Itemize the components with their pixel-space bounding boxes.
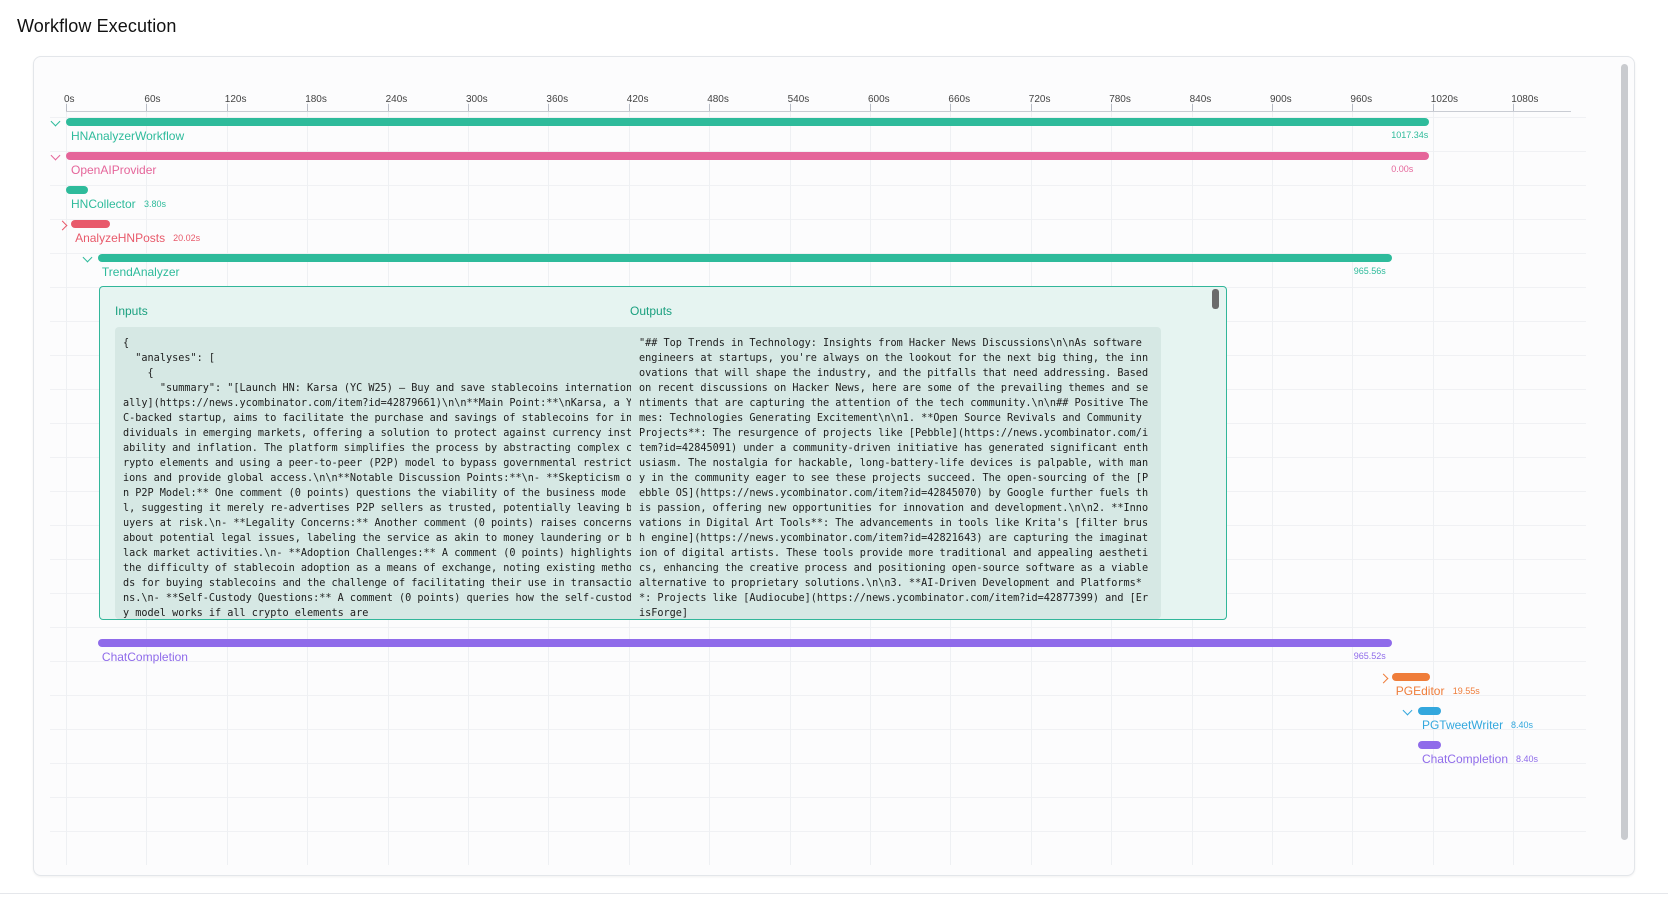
span-bar[interactable] bbox=[97, 254, 1392, 262]
row-separator bbox=[50, 695, 1586, 696]
span-bar[interactable] bbox=[66, 118, 1430, 126]
gridline bbox=[1513, 101, 1515, 865]
span-label[interactable]: HNCollector bbox=[71, 197, 136, 211]
trace-detail-panel: Inputs Outputs { "analyses": [ { "summar… bbox=[99, 286, 1227, 620]
outputs-code-box[interactable]: "## Top Trends in Technology: Insights f… bbox=[631, 327, 1161, 619]
row-separator bbox=[50, 797, 1586, 798]
row-separator bbox=[50, 831, 1586, 832]
axis-tick-label: 540s bbox=[787, 94, 810, 105]
span-label[interactable]: PGTweetWriter bbox=[1422, 718, 1503, 732]
timeline-scrollbar-thumb[interactable] bbox=[1621, 64, 1628, 840]
inputs-json: { "analyses": [ { "summary": "[Launch HN… bbox=[123, 338, 633, 619]
gridline bbox=[1272, 101, 1273, 865]
page-title: Workflow Execution bbox=[17, 16, 177, 36]
row-separator bbox=[50, 185, 1586, 186]
axis-tick-label: 180s bbox=[305, 94, 327, 105]
span-label[interactable]: ChatCompletion bbox=[102, 650, 188, 664]
page-bottom-rule bbox=[0, 893, 1668, 894]
axis-tick-label: 960s bbox=[1350, 94, 1373, 105]
axis-tick-label: 840s bbox=[1189, 94, 1212, 105]
span-label[interactable]: AnalyzeHNPosts bbox=[75, 231, 165, 245]
axis-tick-label: 660s bbox=[948, 94, 971, 105]
axis-tick-label: 480s bbox=[707, 94, 729, 105]
axis-tick-label: 0s bbox=[64, 94, 75, 105]
row-separator bbox=[50, 627, 1586, 628]
span-bar[interactable] bbox=[1417, 741, 1442, 749]
span-bar[interactable] bbox=[66, 152, 1430, 160]
axis-tick-label: 720s bbox=[1028, 94, 1051, 105]
inputs-heading: Inputs bbox=[115, 304, 148, 318]
span-bar[interactable] bbox=[97, 639, 1392, 647]
row-separator bbox=[50, 763, 1586, 764]
span-duration: 965.52s bbox=[1353, 651, 1386, 661]
span-duration: 1017.34s bbox=[1391, 130, 1429, 140]
axis-tick-label: 1020s bbox=[1430, 94, 1459, 105]
axis-tick-label: 780s bbox=[1109, 94, 1131, 105]
span-label[interactable]: TrendAnalyzer bbox=[102, 265, 180, 279]
span-label[interactable]: HNAnalyzerWorkflow bbox=[71, 129, 184, 143]
gridline bbox=[1352, 101, 1354, 865]
span-label[interactable]: ChatCompletion bbox=[1422, 752, 1508, 766]
span-duration: 0.00s bbox=[1391, 164, 1414, 174]
timeline-scrollbar[interactable] bbox=[1621, 64, 1629, 840]
span-label[interactable]: OpenAIProvider bbox=[71, 163, 156, 177]
outputs-text: "## Top Trends in Technology: Insights f… bbox=[639, 338, 1155, 619]
span-label[interactable]: PGEditor bbox=[1396, 684, 1445, 698]
axis-tick-label: 1080s bbox=[1511, 94, 1539, 105]
span-duration: 20.02s bbox=[173, 233, 201, 243]
row-separator bbox=[50, 661, 1586, 662]
span-bar[interactable] bbox=[1391, 673, 1430, 681]
row-separator bbox=[50, 219, 1586, 220]
axis-tick-label: 360s bbox=[546, 94, 569, 105]
span-duration: 8.40s bbox=[1515, 754, 1538, 764]
axis-tick-label: 120s bbox=[224, 94, 247, 105]
axis-tick-label: 600s bbox=[868, 94, 890, 105]
outputs-heading: Outputs bbox=[630, 304, 673, 318]
detail-scrollbar[interactable] bbox=[1212, 289, 1219, 309]
axis-tick-label: 420s bbox=[626, 94, 649, 105]
time-axis bbox=[66, 111, 1571, 112]
row-separator bbox=[50, 729, 1586, 730]
gridline bbox=[66, 101, 67, 865]
span-bar[interactable] bbox=[71, 220, 110, 228]
gridline bbox=[1432, 101, 1434, 865]
span-duration: 3.80s bbox=[144, 199, 167, 209]
axis-tick-label: 900s bbox=[1270, 94, 1292, 105]
span-duration: 8.40s bbox=[1510, 720, 1533, 730]
span-duration: 965.56s bbox=[1353, 266, 1386, 276]
inputs-code-box[interactable]: { "analyses": [ { "summary": "[Launch HN… bbox=[115, 327, 645, 619]
span-bar[interactable] bbox=[66, 186, 88, 194]
span-bar[interactable] bbox=[1417, 707, 1442, 715]
axis-tick-label: 300s bbox=[466, 94, 488, 105]
axis-tick-label: 60s bbox=[144, 94, 161, 105]
span-duration: 19.55s bbox=[1452, 686, 1480, 696]
axis-tick-label: 240s bbox=[385, 94, 408, 105]
